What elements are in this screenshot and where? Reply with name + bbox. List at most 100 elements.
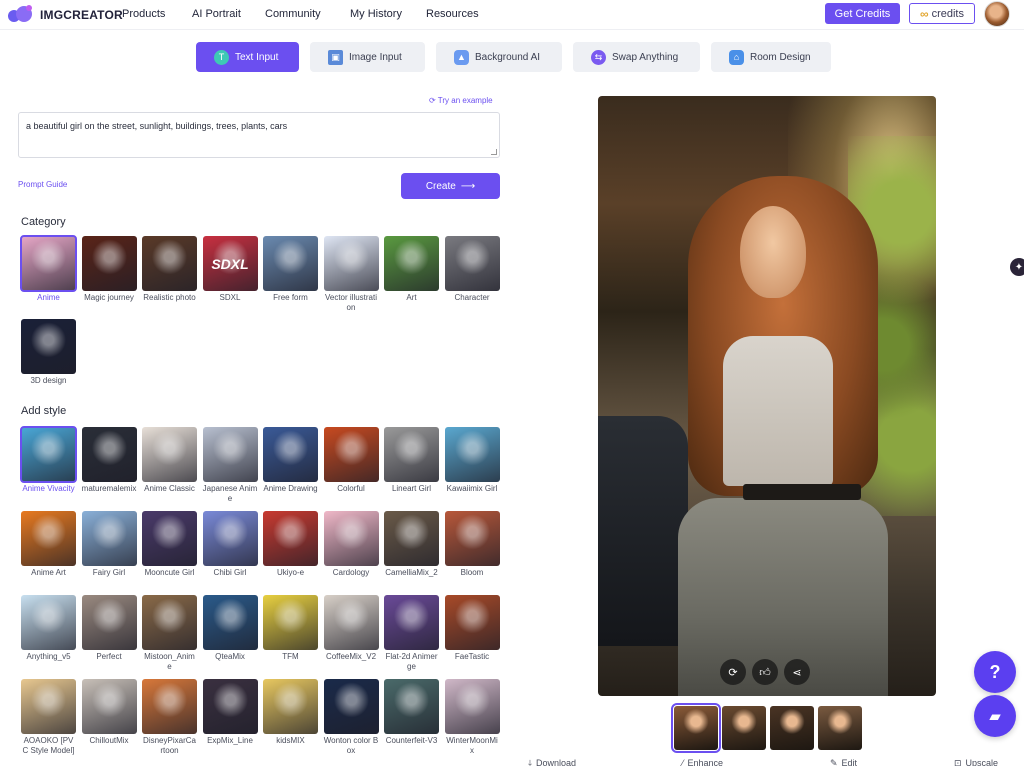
result-thumbnail[interactable]	[770, 706, 814, 750]
category-item-realistic-photo[interactable]: Realistic photo	[142, 236, 197, 303]
upscale-action[interactable]: ⊡ Upscale	[954, 758, 998, 766]
styles-item-anime-drawing[interactable]: Anime Drawing	[263, 427, 318, 494]
thumbnail-image	[81, 595, 137, 650]
tab-image-input[interactable]: ▣ Image Input	[310, 42, 425, 72]
thumbnail-caption: Mistoon_Anime	[144, 652, 195, 671]
nav-item-community[interactable]: Community	[265, 8, 350, 20]
styles-item-anything-v5[interactable]: Anything_v5	[21, 595, 76, 662]
thumbnail-caption: CoffeeMix_V2	[325, 652, 377, 661]
styles-item-expmix-line[interactable]: ExpMix_Line	[202, 679, 258, 746]
enhance-action[interactable]: ⁄ Enhance	[682, 758, 723, 766]
styles-item-tfm[interactable]: TFM	[263, 595, 318, 662]
edit-action[interactable]: ✎ Edit	[830, 758, 857, 766]
styles-item-lineart-girl[interactable]: Lineart Girl	[384, 427, 439, 494]
side-plus-icon[interactable]: ✦	[1010, 258, 1024, 276]
tab-room-design[interactable]: ⌂ Room Design	[711, 42, 831, 72]
thumbs-up-icon[interactable]: 👍︎	[752, 659, 778, 685]
thumbnail-caption: CamelliaMix_2	[385, 568, 438, 577]
nav-item-my-history[interactable]: My History	[350, 8, 426, 20]
styles-item-mooncute-girl[interactable]: Mooncute Girl	[142, 511, 197, 578]
category-item-free-form[interactable]: Free form	[263, 236, 318, 303]
thumbnail-caption: QteaMix	[215, 652, 245, 661]
category-item-art[interactable]: Art	[384, 236, 439, 303]
add-style-title: Add style	[21, 405, 67, 417]
credits-button[interactable]: ∞ credits	[909, 3, 975, 24]
category-item-3d-design[interactable]: 3D design	[21, 319, 76, 386]
thumbnail-image	[202, 511, 258, 566]
styles-item-fairy-girl[interactable]: Fairy Girl	[81, 511, 137, 578]
nav-item-products[interactable]: Products	[122, 8, 192, 20]
nav-item-ai-portrait[interactable]: AI Portrait	[192, 8, 265, 20]
styles-item-kawaiimix-girl[interactable]: Kawaiimix Girl	[444, 427, 500, 494]
category-item-magic-journey[interactable]: Magic journey	[81, 236, 137, 303]
thumbnail-image	[444, 427, 500, 482]
thumbnail-caption: ExpMix_Line	[207, 736, 253, 745]
styles-item-mistoon-anime[interactable]: Mistoon_Anime	[142, 595, 197, 672]
create-button[interactable]: Create ⟶	[401, 173, 500, 199]
category-item-vector-illustration[interactable]: Vector illustration	[323, 236, 379, 313]
chat-button[interactable]: ▰	[974, 695, 1016, 737]
house-icon: ⌂	[729, 49, 744, 65]
styles-item-ukiyo-e[interactable]: Ukiyo-e	[263, 511, 318, 578]
thumbnail-caption: Anime Drawing	[263, 484, 318, 493]
styles-item-qteamix[interactable]: QteaMix	[202, 595, 258, 662]
styles-item-chibi-girl[interactable]: Chibi Girl	[202, 511, 258, 578]
styles-item-colorful[interactable]: Colorful	[323, 427, 379, 494]
result-thumbnail[interactable]	[722, 706, 766, 750]
thumbnail-image	[20, 426, 77, 483]
category-item-character[interactable]: Character	[444, 236, 500, 303]
styles-item-maturemalemix[interactable]: maturemalemix	[81, 427, 137, 494]
try-example-link[interactable]: ⟳ Try an example	[429, 96, 493, 105]
result-thumbnail[interactable]	[818, 706, 862, 750]
styles-item-flat-2d-animerge[interactable]: Flat-2d Animerge	[384, 595, 439, 672]
share-icon[interactable]: ⋖	[784, 659, 810, 685]
styles-item-wintermoonmix[interactable]: WinterMoonMix	[444, 679, 500, 756]
styles-item-disneypixarcartoon[interactable]: DisneyPixarCartoon	[142, 679, 197, 756]
regenerate-icon[interactable]: ⟳	[720, 659, 746, 685]
tab-text-input[interactable]: T Text Input	[196, 42, 299, 72]
styles-item-anime-art[interactable]: Anime Art	[21, 511, 76, 578]
styles-item-aoaoko-pvc-style-model[interactable]: AOAOKO [PVC Style Model]	[21, 679, 76, 756]
prompt-guide-link[interactable]: Prompt Guide	[18, 180, 67, 189]
styles-item-camelliamix-2[interactable]: CamelliaMix_2	[384, 511, 439, 578]
thumbnail-caption: maturemalemix	[81, 484, 137, 493]
styles-item-wonton-color-box[interactable]: Wonton color Box	[323, 679, 379, 756]
thumbnail-image	[323, 595, 379, 650]
result-thumbnail[interactable]	[671, 703, 721, 753]
help-button[interactable]: ?	[974, 651, 1016, 693]
styles-item-perfect[interactable]: Perfect	[81, 595, 137, 662]
prompt-input[interactable]: a beautiful girl on the street, sunlight…	[18, 112, 500, 158]
nav-item-resources[interactable]: Resources	[426, 8, 496, 20]
styles-item-chilloutmix[interactable]: ChilloutMix	[81, 679, 137, 746]
download-action[interactable]: ⤓ Download	[528, 758, 576, 766]
styles-item-bloom[interactable]: Bloom	[444, 511, 500, 578]
tab-label: Text Input	[235, 51, 279, 63]
thumbnail-image	[384, 511, 439, 566]
thumbnail-caption: Wonton color Box	[323, 736, 379, 755]
styles-item-cardology[interactable]: Cardology	[323, 511, 379, 578]
styles-item-counterfeit-v3[interactable]: Counterfeit-V3	[384, 679, 439, 746]
thumbnail-caption: Free form	[273, 293, 308, 302]
thumbnail-image	[142, 427, 197, 482]
styles-item-anime-classic[interactable]: Anime Classic	[142, 427, 197, 494]
styles-item-japanese-anime[interactable]: Japanese Anime	[202, 427, 258, 504]
generated-image[interactable]	[598, 96, 936, 696]
category-item-sdxl[interactable]: SDXL SDXL	[202, 236, 258, 303]
thumbnail-caption: Chibi Girl	[213, 568, 247, 577]
styles-item-anime-vivacity[interactable]: Anime Vivacity	[20, 426, 77, 494]
resize-handle-icon[interactable]	[491, 149, 497, 155]
get-credits-button[interactable]: Get Credits	[825, 3, 900, 24]
infinity-icon: ∞	[920, 6, 929, 21]
logo[interactable]: IMGCREATOR	[6, 4, 123, 26]
category-item-anime[interactable]: Anime	[20, 235, 77, 303]
tab-background-ai[interactable]: ▲ Background AI	[436, 42, 562, 72]
top-header: IMGCREATOR Products AI Portrait Communit…	[0, 0, 1024, 30]
styles-item-faetastic[interactable]: FaeTastic	[444, 595, 500, 662]
refresh-icon: ⟳	[429, 96, 436, 105]
styles-item-coffeemix-v2[interactable]: CoffeeMix_V2	[323, 595, 379, 662]
thumbnail-caption: Magic journey	[84, 293, 134, 302]
tab-swap-anything[interactable]: ⇆ Swap Anything	[573, 42, 700, 72]
styles-item-kidsmix[interactable]: kidsMIX	[263, 679, 318, 746]
avatar[interactable]	[984, 1, 1010, 27]
thumbnail-image	[263, 236, 318, 291]
